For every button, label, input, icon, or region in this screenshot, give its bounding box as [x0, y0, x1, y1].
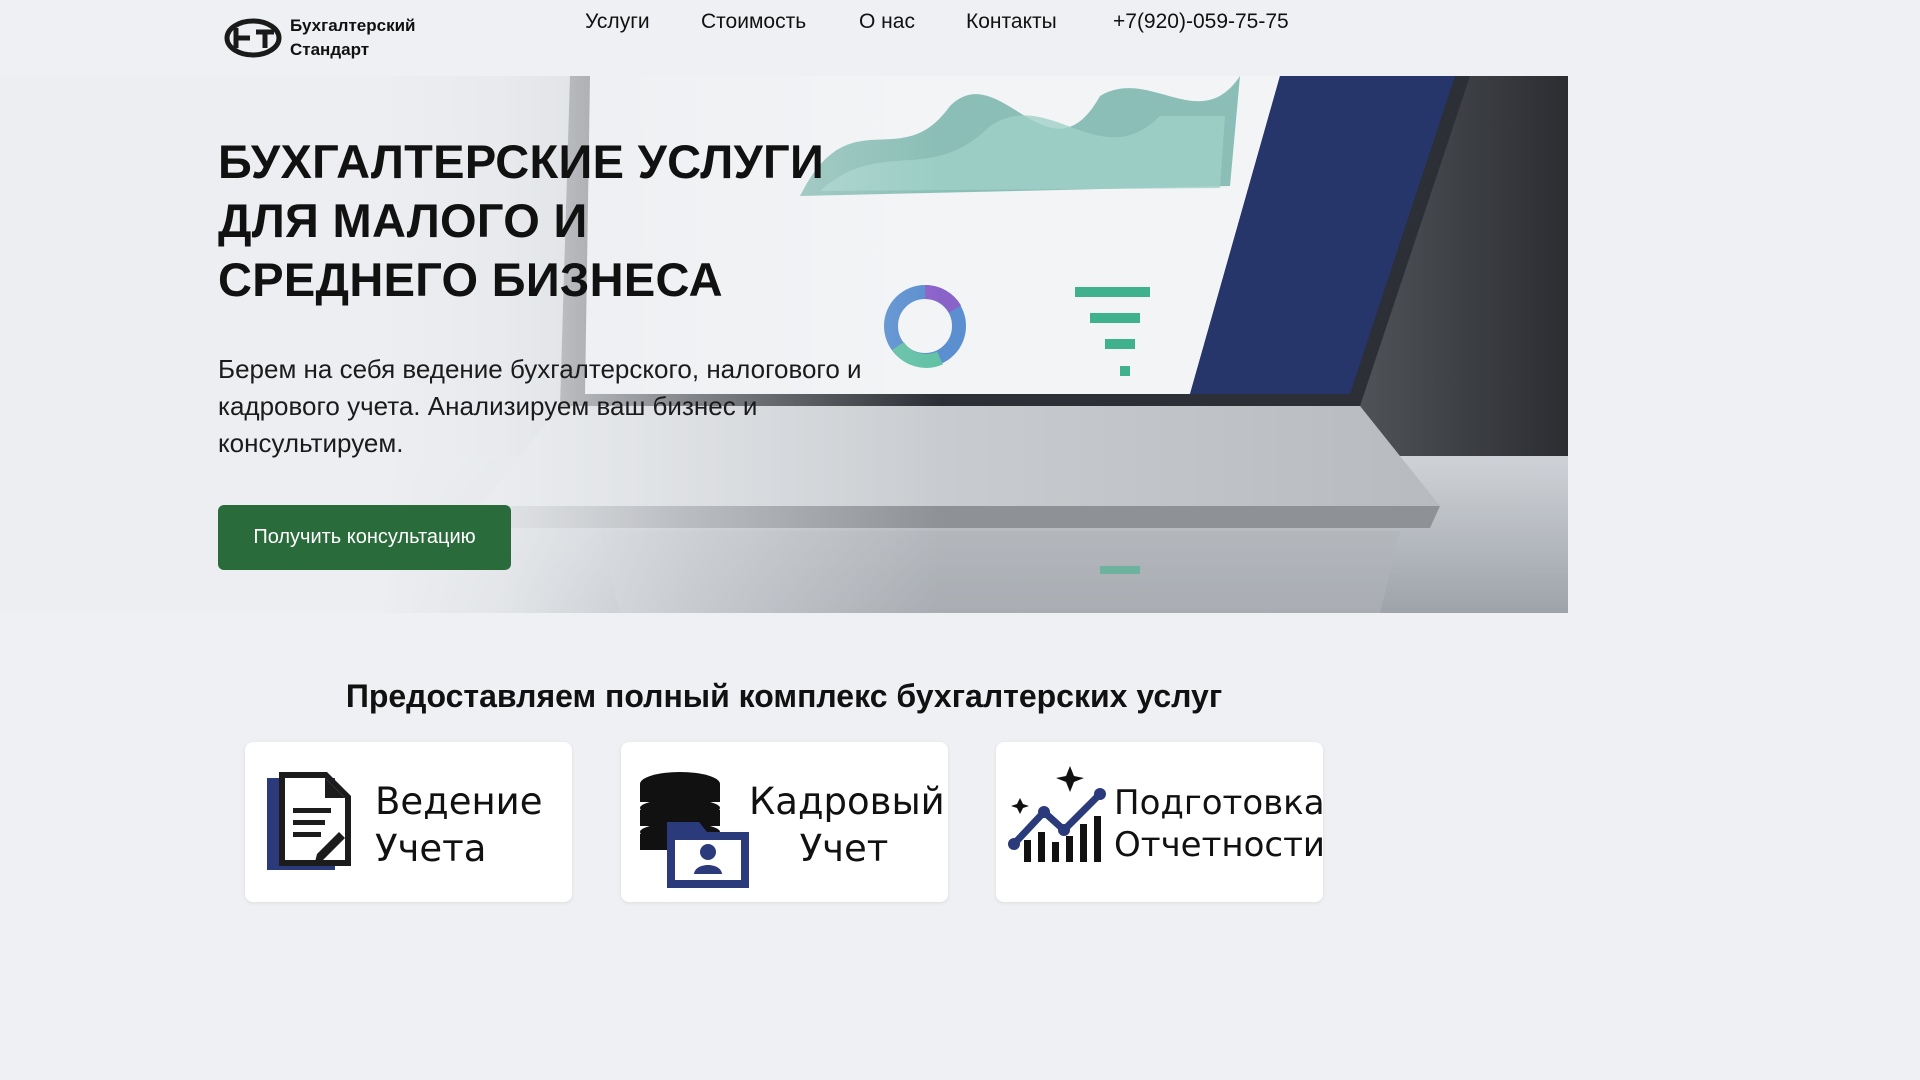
service-card-hr[interactable]: Кадровый Учет: [621, 742, 948, 902]
hero-subtitle: Берем на себя ведение бухгалтерского, на…: [218, 354, 862, 458]
brand-name: Бухгалтерский Стандарт: [290, 14, 415, 62]
nav-price[interactable]: Стоимость: [701, 10, 831, 34]
service-card-line-2: Отчетности: [1114, 825, 1323, 865]
brand-line-2: Стандарт: [290, 40, 370, 59]
document-edit-icon: [267, 772, 351, 870]
service-card-line-2: Учет: [799, 827, 889, 870]
service-card-reporting[interactable]: Подготовка Отчетности: [996, 742, 1323, 902]
service-card-label: Кадровый Учет: [749, 778, 945, 872]
service-card-line-2: Учета: [375, 827, 487, 870]
service-card-label: Ведение Учета: [375, 778, 543, 872]
brand-logo[interactable]: Бухгалтерский Стандарт: [224, 14, 415, 62]
service-card-line-1: Кадровый: [749, 780, 945, 823]
growth-chart-sparkle-icon: [1008, 766, 1106, 862]
brand-line-1: Бухгалтерский: [290, 16, 416, 35]
database-user-folder-icon: [640, 772, 749, 888]
hero-section: БУХГАЛТЕРСКИЕ УСЛУГИ ДЛЯ МАЛОГО И СРЕДНЕ…: [0, 76, 1568, 613]
nav-about[interactable]: О нас: [859, 10, 939, 34]
service-card-line-1: Подготовка: [1114, 783, 1323, 823]
nav-services[interactable]: Услуги: [585, 10, 675, 34]
hero-title: БУХГАЛТЕРСКИЕ УСЛУГИ ДЛЯ МАЛОГО И СРЕДНЕ…: [218, 135, 825, 306]
nav-phone-link[interactable]: +7(920)-059-75-75: [1113, 10, 1313, 34]
services-section-title: Предоставляем полный комплекс бухгалтерс…: [345, 678, 1223, 714]
bs-monogram-logo-icon: [224, 18, 282, 58]
nav-contacts[interactable]: Контакты: [966, 10, 1076, 34]
service-card-line-1: Ведение: [375, 780, 543, 823]
service-card-label: Подготовка Отчетности: [1114, 782, 1323, 866]
site-header: Бухгалтерский Стандарт Услуги Стоимость …: [0, 0, 1568, 76]
service-card-accounting[interactable]: Ведение Учета: [245, 742, 572, 902]
get-consultation-button[interactable]: Получить консультацию: [218, 505, 511, 570]
